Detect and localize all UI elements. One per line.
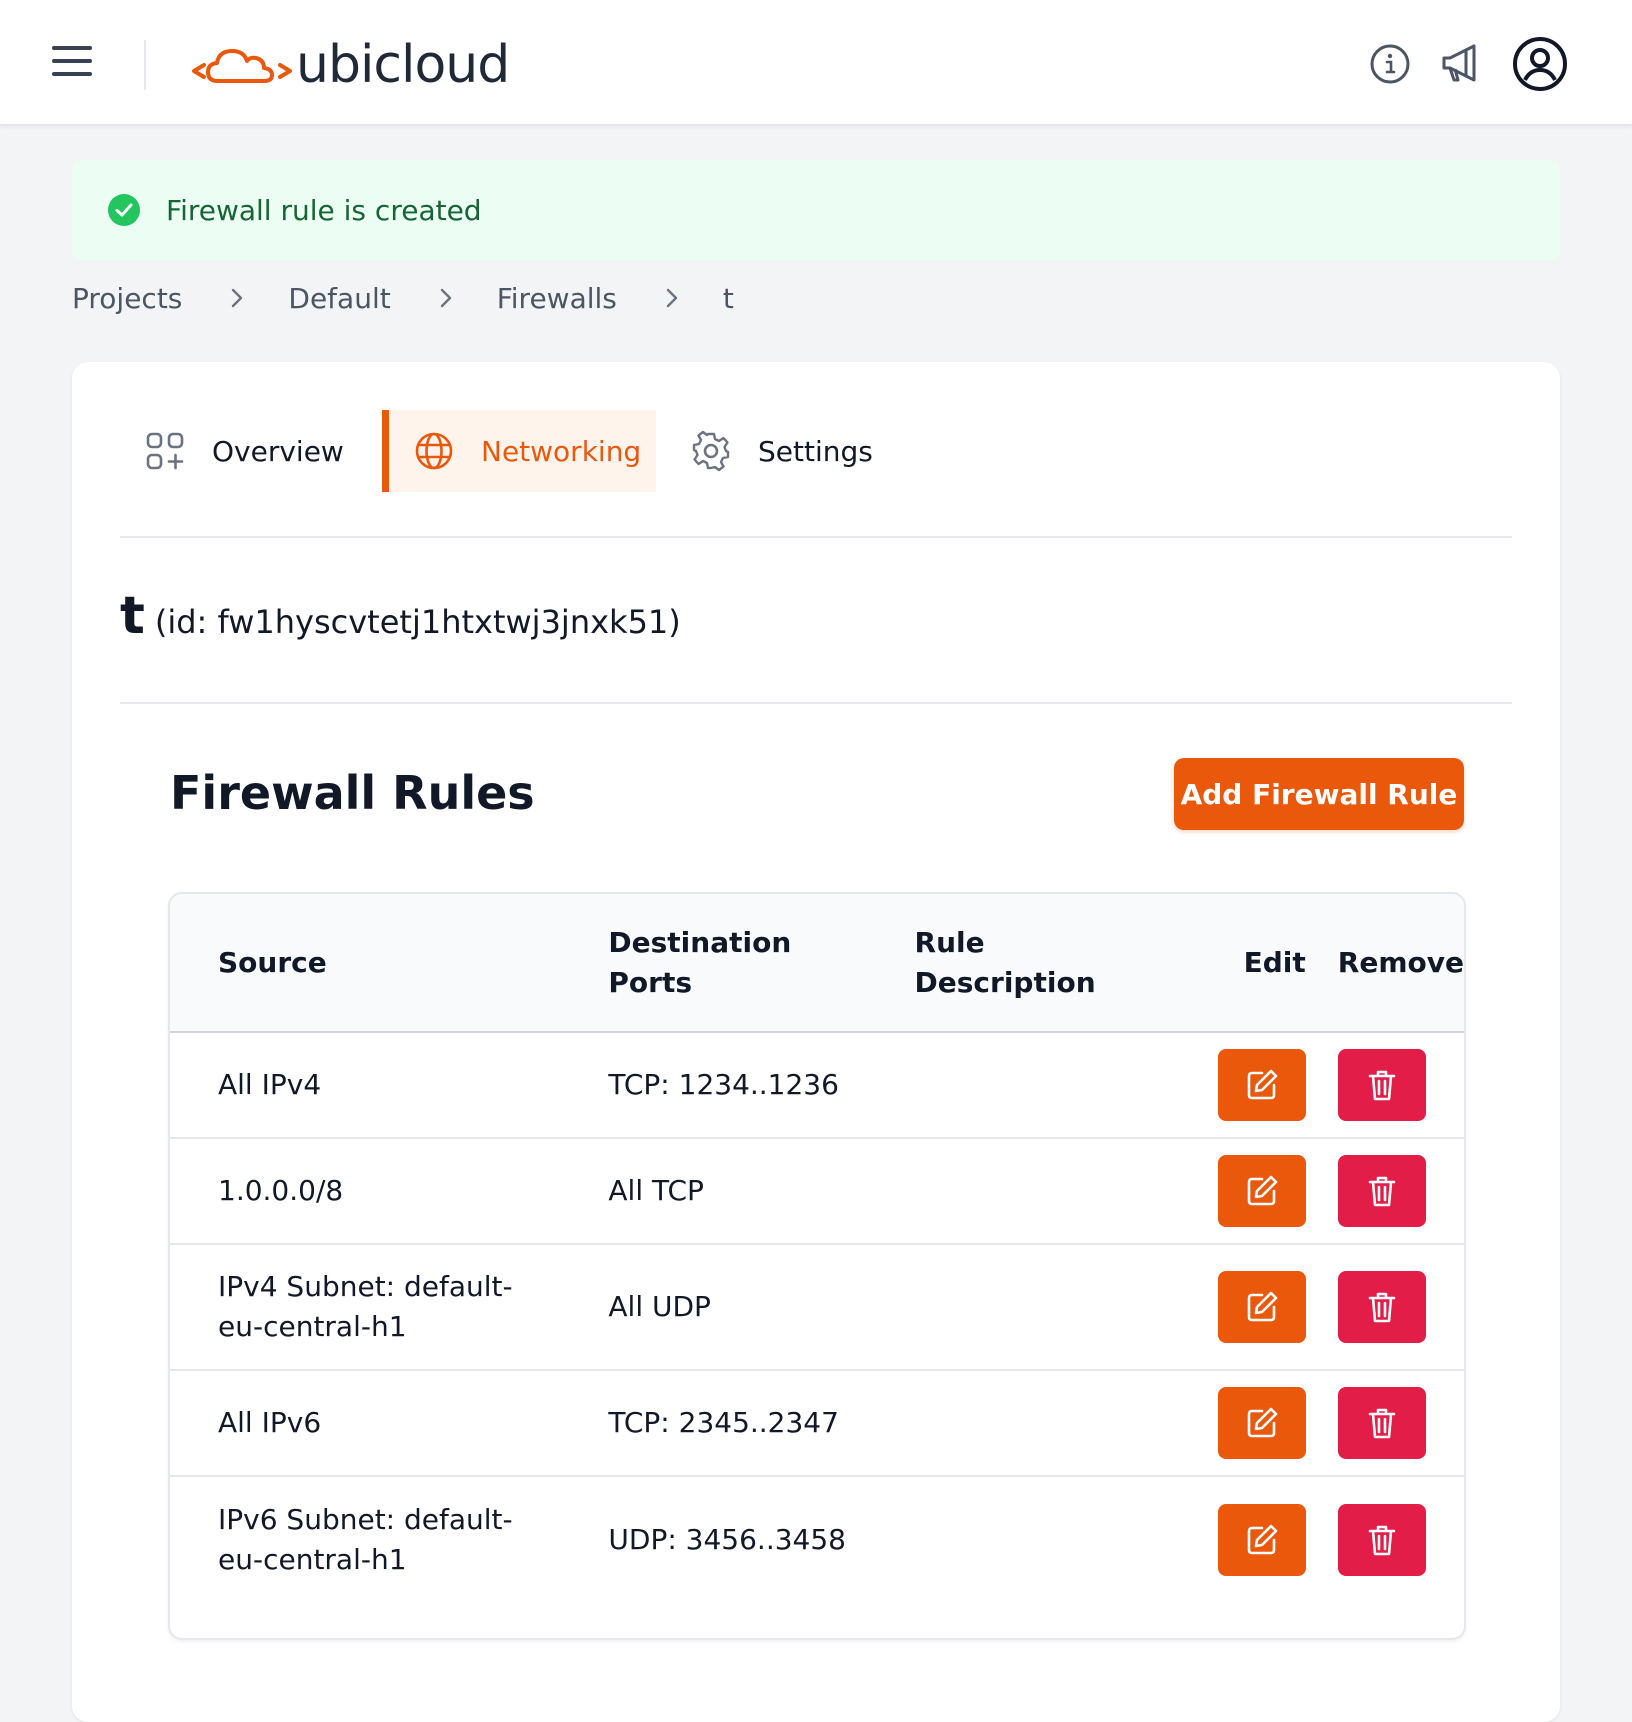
trash-icon [1368, 1176, 1396, 1207]
col-edit: Edit [1243, 945, 1306, 979]
tab-settings[interactable]: Settings [656, 410, 896, 492]
edit-rule-button[interactable] [1217, 1503, 1306, 1576]
tab-networking[interactable]: Networking [382, 410, 656, 492]
rule-source: All IPv6 [218, 1406, 322, 1439]
remove-rule-button[interactable] [1337, 1049, 1426, 1121]
edit-icon [1247, 1291, 1278, 1322]
rule-description [915, 1370, 1190, 1476]
rule-ports: UDP: 3456..3458 [608, 1522, 846, 1556]
rule-ports: All TCP [608, 1174, 704, 1207]
breadcrumb-projects[interactable]: Projects [72, 282, 182, 315]
gear-icon [690, 430, 732, 472]
rule-source: 1.0.0.0/8 [218, 1174, 344, 1207]
chevron-right-icon [661, 287, 683, 309]
flash-message: Firewall rule is created [166, 193, 482, 227]
rule-description [915, 1476, 1190, 1602]
edit-icon [1247, 1175, 1278, 1206]
tabs-divider [120, 536, 1512, 538]
breadcrumb-firewalls[interactable]: Firewalls [497, 282, 617, 315]
globe-icon [413, 430, 455, 472]
remove-rule-button[interactable] [1337, 1155, 1426, 1227]
trash-icon [1368, 1292, 1396, 1323]
table-row: All IPv6 TCP: 2345..2347 [170, 1370, 1464, 1476]
firewall-id: (id: fw1hyscvtetj1htxtwj3jnxk51) [154, 603, 681, 641]
title-divider [120, 702, 1512, 704]
table-row: IPv4 Subnet: default-eu-central-h1 All U… [170, 1244, 1464, 1370]
trash-icon [1368, 1525, 1396, 1555]
add-firewall-rule-button[interactable]: Add Firewall Rule [1174, 758, 1464, 830]
overview-icon [144, 430, 186, 472]
tab-settings-label: Settings [758, 434, 873, 468]
firewall-title: t (id: fw1hyscvtetj1htxtwj3jnxk51) [120, 590, 681, 642]
tab-networking-label: Networking [481, 434, 642, 468]
breadcrumb-default[interactable]: Default [288, 282, 390, 315]
rule-ports: All UDP [608, 1290, 711, 1323]
tab-bar: Overview Networking Settings [120, 410, 896, 492]
tab-overview[interactable]: Overview [120, 410, 382, 492]
col-destination-ports: Destination Ports [608, 925, 792, 999]
edit-rule-button[interactable] [1217, 1155, 1306, 1227]
rule-ports: TCP: 1234..1236 [608, 1068, 839, 1101]
rule-source: IPv6 Subnet: default-eu-central-h1 [218, 1502, 513, 1576]
cloud-logo-icon [192, 49, 292, 83]
breadcrumb: Projects Default Firewalls t [72, 278, 734, 318]
chevron-right-icon [435, 287, 457, 309]
edit-icon [1247, 1069, 1278, 1100]
edit-rule-button[interactable] [1217, 1271, 1306, 1343]
edit-rule-button[interactable] [1217, 1049, 1306, 1121]
edit-icon [1247, 1524, 1278, 1554]
user-icon[interactable] [1510, 34, 1570, 94]
rule-description [915, 1244, 1190, 1370]
edit-rule-button[interactable] [1217, 1387, 1306, 1459]
breadcrumb-current: t [722, 281, 734, 315]
table-header-row: Source Destination Ports Rule Descriptio… [170, 894, 1464, 1032]
table-row: IPv6 Subnet: default-eu-central-h1 UDP: … [170, 1476, 1464, 1602]
tab-overview-label: Overview [212, 434, 344, 468]
rules-heading: Firewall Rules [170, 766, 535, 820]
megaphone-icon[interactable] [1432, 36, 1488, 92]
check-circle-icon [108, 194, 140, 226]
rule-description [915, 1032, 1190, 1138]
menu-icon[interactable] [52, 46, 92, 82]
col-remove: Remove [1337, 945, 1464, 979]
trash-icon [1368, 1070, 1396, 1101]
chevron-right-icon [226, 287, 248, 309]
table-row: 1.0.0.0/8 All TCP [170, 1138, 1464, 1244]
col-source: Source [218, 945, 327, 979]
brand-logo[interactable]: ubicloud [192, 35, 510, 95]
rule-source: All IPv4 [218, 1068, 322, 1101]
success-flash: Firewall rule is created [72, 160, 1560, 260]
header-divider [144, 40, 146, 90]
edit-icon [1247, 1407, 1278, 1438]
info-icon[interactable] [1362, 36, 1418, 92]
firewall-name: t [120, 586, 145, 646]
trash-icon [1368, 1408, 1396, 1439]
rules-table: Source Destination Ports Rule Descriptio… [168, 892, 1466, 1640]
rule-description [915, 1138, 1190, 1244]
brand-name: ubicloud [296, 35, 510, 95]
top-bar: ubicloud [0, 0, 1632, 126]
firewall-card: Overview Networking Settings t (id: fw1h… [72, 362, 1560, 1722]
rule-ports: TCP: 2345..2347 [608, 1406, 839, 1439]
remove-rule-button[interactable] [1337, 1271, 1426, 1343]
rule-source: IPv4 Subnet: default-eu-central-h1 [218, 1270, 513, 1343]
table-row: All IPv4 TCP: 1234..1236 [170, 1032, 1464, 1138]
col-rule-description: Rule Description [914, 925, 1096, 999]
remove-rule-button[interactable] [1337, 1503, 1426, 1576]
remove-rule-button[interactable] [1337, 1387, 1426, 1459]
